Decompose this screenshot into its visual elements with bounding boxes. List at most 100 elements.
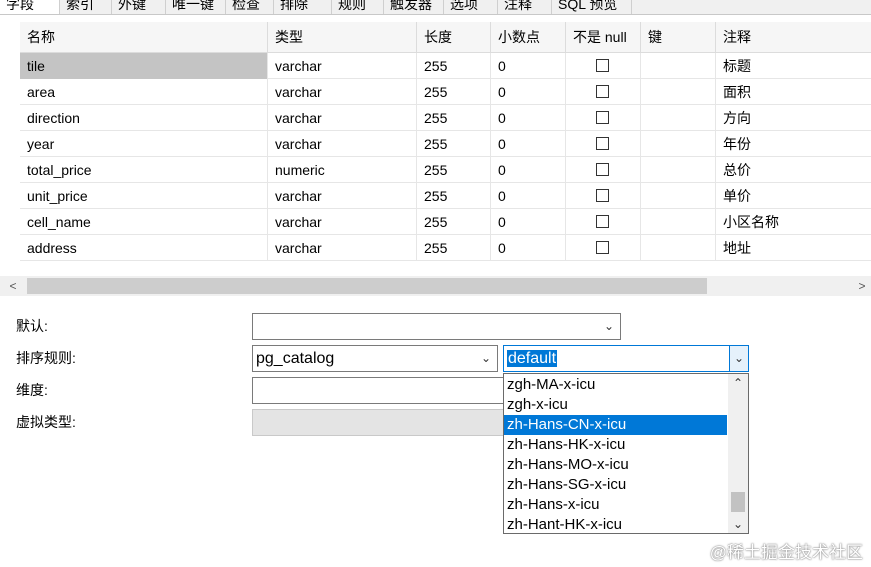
field-type-cell[interactable]: varchar <box>268 209 417 235</box>
not-null-checkbox[interactable] <box>596 189 609 202</box>
key-cell[interactable] <box>641 105 716 131</box>
dropdown-option[interactable]: zh-Hans-MO-x-icu <box>504 455 727 475</box>
key-cell[interactable] <box>641 131 716 157</box>
dropdown-option[interactable]: zh-Hans-x-icu <box>504 495 727 515</box>
field-name-cell[interactable]: address <box>20 235 268 261</box>
not-null-checkbox[interactable] <box>596 111 609 124</box>
field-type-cell[interactable]: varchar <box>268 53 417 79</box>
field-comment-cell[interactable]: 面积 <box>716 79 871 105</box>
field-type-cell[interactable]: numeric <box>268 157 417 183</box>
field-comment-cell[interactable]: 方向 <box>716 105 871 131</box>
field-type-cell[interactable]: varchar <box>268 79 417 105</box>
field-length-cell[interactable]: 255 <box>417 209 491 235</box>
field-decimal-cell[interactable]: 0 <box>491 131 566 157</box>
not-null-checkbox[interactable] <box>596 59 609 72</box>
table-row[interactable]: direction varchar 255 0 方向 <box>20 105 871 131</box>
field-length-cell[interactable]: 255 <box>417 157 491 183</box>
field-length-cell[interactable]: 255 <box>417 235 491 261</box>
tab-triggers[interactable]: 触发器 <box>384 0 444 14</box>
tab-exclusions[interactable]: 排除 <box>274 0 332 14</box>
dropdown-scrollbar[interactable]: ⌃ ⌄ <box>728 374 748 533</box>
dropdown-option[interactable]: zh-Hans-SG-x-icu <box>504 475 727 495</box>
field-name-cell[interactable]: area <box>20 79 268 105</box>
tab-indexes[interactable]: 索引 <box>60 0 112 14</box>
chevron-up-icon[interactable]: ⌃ <box>728 374 748 392</box>
field-name-cell[interactable]: total_price <box>20 157 268 183</box>
field-decimal-cell[interactable]: 0 <box>491 79 566 105</box>
field-name-cell[interactable]: cell_name <box>20 209 268 235</box>
header-decimal[interactable]: 小数点 <box>491 22 566 52</box>
tab-checks[interactable]: 检查 <box>226 0 274 14</box>
tab-rules[interactable]: 规则 <box>332 0 384 14</box>
chevron-down-icon[interactable]: ⌄ <box>728 515 748 533</box>
collation-schema-select[interactable]: pg_catalog ⌄ <box>252 345 498 372</box>
tab-unique-keys[interactable]: 唯一键 <box>166 0 226 14</box>
field-comment-cell[interactable]: 总价 <box>716 157 871 183</box>
table-row[interactable]: unit_price varchar 255 0 单价 <box>20 183 871 209</box>
field-name-cell[interactable]: year <box>20 131 268 157</box>
key-cell[interactable] <box>641 53 716 79</box>
dropdown-option[interactable]: zh-Hans-HK-x-icu <box>504 435 727 455</box>
table-row[interactable]: cell_name varchar 255 0 小区名称 <box>20 209 871 235</box>
collation-select[interactable]: default ⌄ <box>503 345 749 372</box>
chevron-down-icon[interactable]: ⌄ <box>602 314 616 339</box>
table-row[interactable]: tile varchar 255 0 标题 <box>20 53 871 79</box>
tab-sql-preview[interactable]: SQL 预览 <box>552 0 632 14</box>
tab-comments[interactable]: 注释 <box>498 0 552 14</box>
field-length-cell[interactable]: 255 <box>417 131 491 157</box>
table-row[interactable]: year varchar 255 0 年份 <box>20 131 871 157</box>
field-decimal-cell[interactable]: 0 <box>491 157 566 183</box>
horizontal-scrollbar[interactable]: < > <box>0 276 871 296</box>
field-decimal-cell[interactable]: 0 <box>491 209 566 235</box>
dropdown-scroll-thumb[interactable] <box>731 492 745 512</box>
key-cell[interactable] <box>641 157 716 183</box>
tab-fields[interactable]: 字段 <box>0 0 60 14</box>
key-cell[interactable] <box>641 209 716 235</box>
header-not-null[interactable]: 不是 null <box>566 22 641 52</box>
not-null-checkbox[interactable] <box>596 241 609 254</box>
tab-options[interactable]: 选项 <box>444 0 498 14</box>
not-null-checkbox[interactable] <box>596 85 609 98</box>
dropdown-option-highlighted[interactable]: zh-Hans-CN-x-icu <box>504 415 727 435</box>
key-cell[interactable] <box>641 79 716 105</box>
field-type-cell[interactable]: varchar <box>268 131 417 157</box>
field-length-cell[interactable]: 255 <box>417 53 491 79</box>
field-length-cell[interactable]: 255 <box>417 79 491 105</box>
dropdown-option[interactable]: zh-Hant-HK-x-icu <box>504 515 727 535</box>
chevron-down-icon[interactable]: ⌄ <box>479 346 493 371</box>
field-comment-cell[interactable]: 标题 <box>716 53 871 79</box>
field-type-cell[interactable]: varchar <box>268 235 417 261</box>
field-decimal-cell[interactable]: 0 <box>491 183 566 209</box>
field-name-cell[interactable]: direction <box>20 105 268 131</box>
field-comment-cell[interactable]: 地址 <box>716 235 871 261</box>
key-cell[interactable] <box>641 183 716 209</box>
horizontal-scroll-thumb[interactable] <box>27 278 707 294</box>
default-combobox[interactable]: ⌄ <box>252 313 621 340</box>
dropdown-option[interactable]: zgh-x-icu <box>504 395 727 415</box>
header-comment[interactable]: 注释 <box>716 22 871 52</box>
field-decimal-cell[interactable]: 0 <box>491 53 566 79</box>
field-length-cell[interactable]: 255 <box>417 183 491 209</box>
table-row[interactable]: total_price numeric 255 0 总价 <box>20 157 871 183</box>
header-key[interactable]: 键 <box>641 22 716 52</box>
field-type-cell[interactable]: varchar <box>268 105 417 131</box>
field-decimal-cell[interactable]: 0 <box>491 235 566 261</box>
field-length-cell[interactable]: 255 <box>417 105 491 131</box>
scroll-left-icon[interactable]: < <box>4 276 22 296</box>
header-length[interactable]: 长度 <box>417 22 491 52</box>
collation-dropdown-list[interactable]: zgh-MA-x-icu zgh-x-icu zh-Hans-CN-x-icu … <box>503 373 749 534</box>
field-decimal-cell[interactable]: 0 <box>491 105 566 131</box>
dimension-input[interactable] <box>252 377 504 404</box>
field-comment-cell[interactable]: 年份 <box>716 131 871 157</box>
tab-foreign-keys[interactable]: 外键 <box>112 0 166 14</box>
field-name-cell[interactable]: tile <box>20 53 268 79</box>
not-null-checkbox[interactable] <box>596 137 609 150</box>
dropdown-option[interactable]: zgh-MA-x-icu <box>504 375 727 395</box>
not-null-checkbox[interactable] <box>596 215 609 228</box>
field-comment-cell[interactable]: 小区名称 <box>716 209 871 235</box>
header-type[interactable]: 类型 <box>268 22 417 52</box>
table-row[interactable]: area varchar 255 0 面积 <box>20 79 871 105</box>
field-name-cell[interactable]: unit_price <box>20 183 268 209</box>
table-row[interactable]: address varchar 255 0 地址 <box>20 235 871 261</box>
chevron-down-icon[interactable]: ⌄ <box>729 345 749 372</box>
